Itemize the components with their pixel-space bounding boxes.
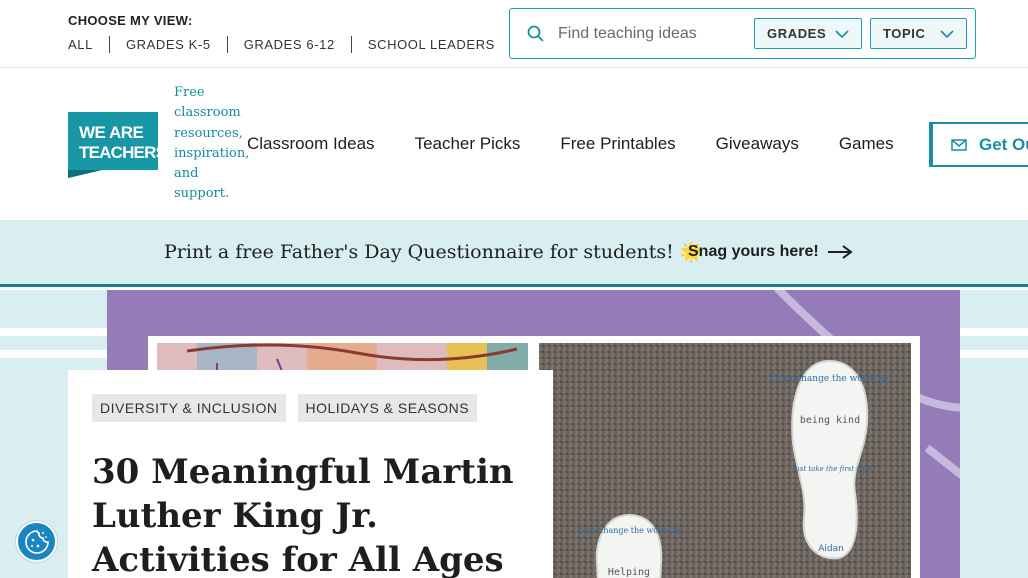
article-card: DIVERSITY & INCLUSION HOLIDAYS & SEASONS… — [68, 370, 553, 578]
search-icon[interactable] — [527, 25, 544, 42]
main-nav: Classroom Ideas Teacher Picks Free Print… — [247, 134, 934, 154]
topic-dropdown-label: TOPIC — [883, 26, 926, 41]
topic-dropdown[interactable]: TOPIC — [870, 18, 967, 49]
article-title: 30 Meaningful Martin Luther King Jr. Act… — [92, 452, 514, 578]
we-are-teachers-logo[interactable]: WE ARE TEACHERS — [68, 112, 167, 178]
view-option-all[interactable]: ALL — [68, 36, 109, 53]
tag-holidays-seasons[interactable]: HOLIDAYS & SEASONS — [297, 394, 478, 422]
site-header: WE ARE TEACHERS Free classroom resources… — [0, 68, 1028, 221]
promo-link[interactable]: Snag yours here! — [688, 243, 853, 261]
view-option-school-leaders[interactable]: SCHOOL LEADERS — [350, 36, 511, 53]
search-input[interactable] — [558, 20, 748, 47]
footprint-photo: I can change the world by being kind Jus… — [539, 343, 911, 578]
footprint-name: Aidan — [818, 544, 844, 554]
footprint-text-3: Just take the first step. — [790, 465, 873, 473]
promo-link-label: Snag yours here! — [688, 243, 819, 260]
tag-diversity-inclusion[interactable]: DIVERSITY & INCLUSION — [92, 394, 286, 422]
footprint-text-2: being kind — [800, 415, 860, 426]
footprint-text-1: I can change the world by — [771, 374, 891, 384]
chevron-down-icon — [940, 30, 954, 39]
cookie-settings-icon — [24, 529, 49, 554]
view-selector-links: ALL GRADES K-5 GRADES 6-12 SCHOOL LEADER… — [68, 36, 511, 53]
article-tags: DIVERSITY & INCLUSION HOLIDAYS & SEASONS — [92, 394, 489, 422]
nav-classroom-ideas[interactable]: Classroom Ideas — [247, 134, 375, 154]
newsletter-button-label: Get Our — [979, 134, 1028, 154]
featured-image-footprints: I can change the world by being kind Jus… — [539, 343, 911, 578]
nav-giveaways[interactable]: Giveaways — [716, 134, 799, 154]
footprint-small-text-1: I can change the world by — [576, 526, 682, 535]
nav-free-printables[interactable]: Free Printables — [560, 134, 675, 154]
article-hero: I can change the world by being kind Jus… — [0, 290, 1028, 578]
mail-icon — [951, 138, 967, 151]
search-bar: GRADES TOPIC — [509, 8, 976, 59]
nav-games[interactable]: Games — [839, 134, 894, 154]
promo-text: Print a free Father's Day Questionnaire … — [164, 241, 704, 263]
site-tagline: Free classroom resources, inspiration, a… — [174, 85, 250, 202]
nav-teacher-picks[interactable]: Teacher Picks — [415, 134, 521, 154]
promo-banner: Print a free Father's Day Questionnaire … — [0, 221, 1028, 287]
arrow-right-icon — [827, 245, 853, 259]
view-option-grades-6-12[interactable]: GRADES 6-12 — [226, 36, 351, 53]
view-option-grades-k5[interactable]: GRADES K-5 — [108, 36, 227, 53]
logo-mark: WE ARE TEACHERS — [68, 112, 167, 178]
grades-dropdown-label: GRADES — [767, 26, 827, 41]
utility-bar: CHOOSE MY VIEW: ALL GRADES K-5 GRADES 6-… — [0, 0, 1028, 68]
chevron-down-icon — [835, 30, 849, 39]
logo-text-line2: TEACHERS — [79, 143, 158, 162]
footprint-small-text-2: Helping — [608, 567, 650, 578]
grades-dropdown[interactable]: GRADES — [754, 18, 862, 49]
newsletter-button[interactable]: Get Our — [929, 122, 1028, 167]
logo-text-line1: WE ARE — [79, 123, 144, 142]
view-selector-label: CHOOSE MY VIEW: — [68, 13, 193, 28]
cookie-settings-button[interactable] — [16, 521, 57, 562]
